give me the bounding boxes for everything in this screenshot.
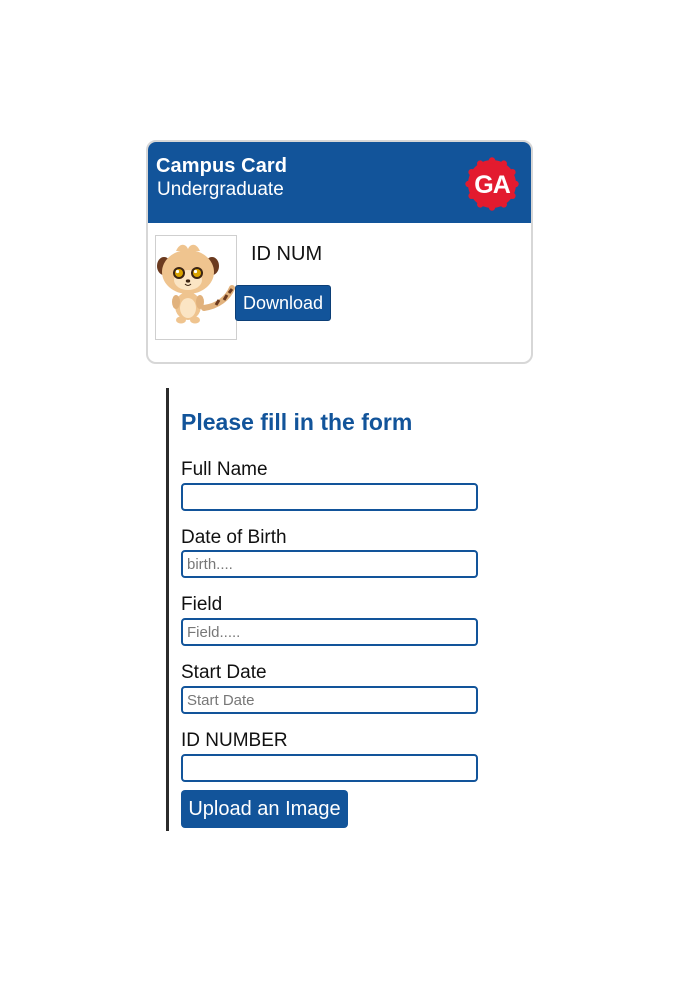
full-name-label: Full Name	[181, 459, 268, 480]
field-label: Field	[181, 594, 223, 615]
upload-image-button[interactable]: Upload an Image	[181, 790, 348, 828]
card-subtitle: Undergraduate	[157, 179, 284, 200]
ga-logo-text: GA	[474, 171, 510, 199]
id-number-label: ID NUM	[251, 243, 323, 265]
date-of-birth-label: Date of Birth	[181, 527, 287, 548]
profile-photo	[155, 235, 237, 340]
id-number-field-label: ID NUMBER	[181, 730, 288, 751]
campus-card: Campus Card Undergraduate GA ID NUM Down…	[146, 140, 533, 364]
registration-form: Please fill in the form Full Name Date o…	[166, 388, 506, 831]
cartoon-cat-image	[157, 244, 235, 324]
card-title: Campus Card	[156, 155, 288, 177]
card-header: Campus Card Undergraduate GA	[148, 142, 531, 223]
download-button[interactable]: Download	[235, 285, 331, 321]
form-heading: Please fill in the form	[181, 409, 413, 435]
start-date-label: Start Date	[181, 662, 267, 683]
date-of-birth-input[interactable]	[181, 550, 478, 578]
id-number-input[interactable]	[181, 754, 478, 782]
field-input[interactable]	[181, 618, 478, 646]
full-name-input[interactable]	[181, 483, 478, 511]
ga-logo: GA	[465, 157, 519, 211]
start-date-input[interactable]	[181, 686, 478, 714]
